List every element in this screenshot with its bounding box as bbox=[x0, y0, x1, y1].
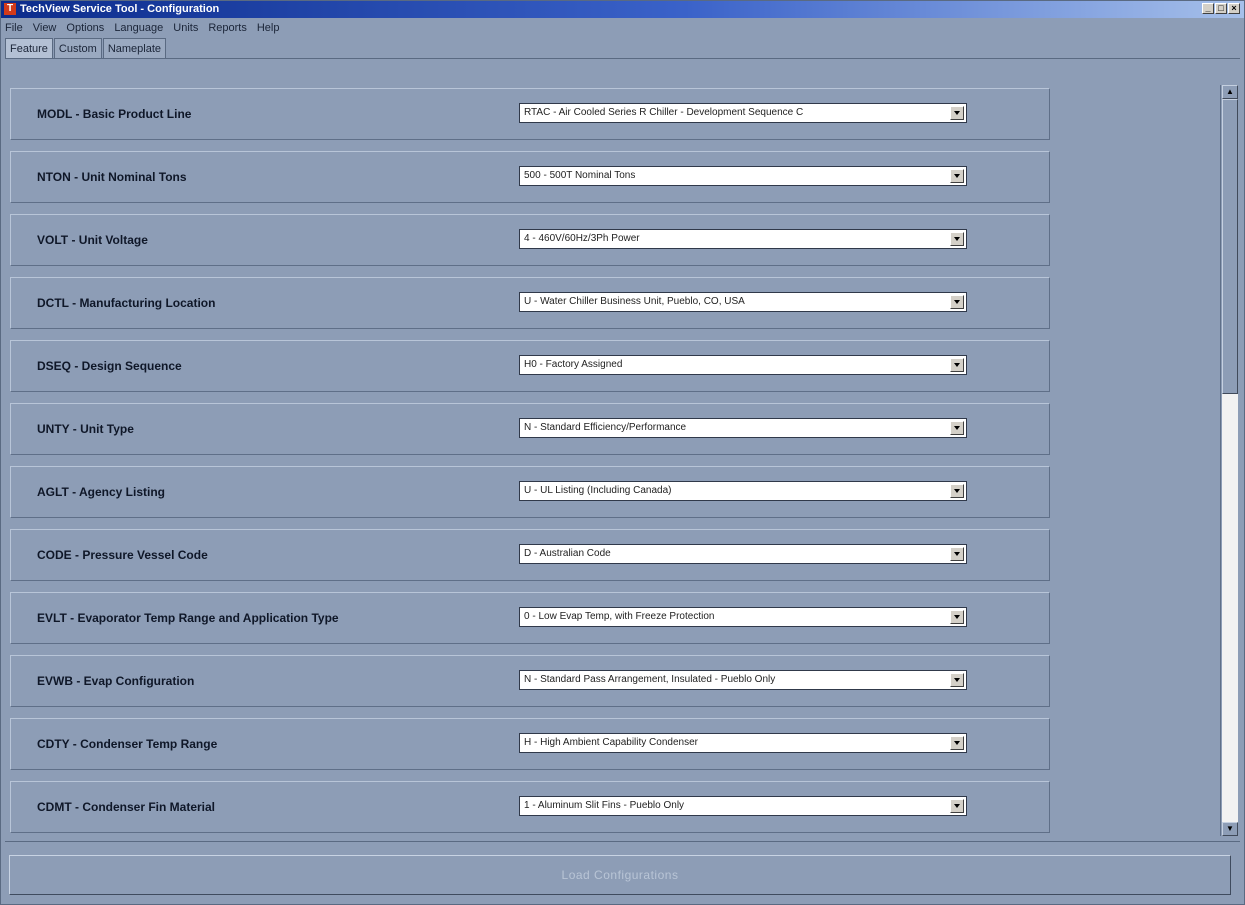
feature-row-nton: NTON - Unit Nominal Tons 500 - 500T Nomi… bbox=[10, 151, 1050, 203]
dropdown-value: 1 - Aluminum Slit Fins - Pueblo Only bbox=[524, 800, 685, 811]
menu-help[interactable]: Help bbox=[257, 22, 280, 34]
maximize-button[interactable]: □ bbox=[1215, 3, 1227, 14]
feature-dropdown[interactable]: 1 - Aluminum Slit Fins - Pueblo Only bbox=[519, 796, 967, 816]
footer-bar: Load Configurations bbox=[5, 841, 1240, 902]
dropdown-value: U - UL Listing (Including Canada) bbox=[524, 485, 672, 496]
feature-dropdown[interactable]: U - Water Chiller Business Unit, Pueblo,… bbox=[519, 292, 967, 312]
feature-dropdown[interactable]: H0 - Factory Assigned bbox=[519, 355, 967, 375]
dropdown-arrow-icon[interactable] bbox=[950, 232, 964, 246]
scroll-up-icon[interactable]: ▲ bbox=[1222, 85, 1238, 99]
feature-row-code: CODE - Pressure Vessel Code D - Australi… bbox=[10, 529, 1050, 581]
feature-dropdown[interactable]: U - UL Listing (Including Canada) bbox=[519, 481, 967, 501]
feature-dropdown[interactable]: N - Standard Efficiency/Performance bbox=[519, 418, 967, 438]
menu-reports[interactable]: Reports bbox=[208, 22, 247, 34]
dropdown-value: D - Australian Code bbox=[524, 548, 611, 559]
app-logo-icon: T bbox=[4, 3, 16, 15]
title-bar: T TechView Service Tool - Configuration … bbox=[1, 1, 1244, 18]
app-window: T TechView Service Tool - Configuration … bbox=[0, 0, 1245, 905]
feature-row-cdmt: CDMT - Condenser Fin Material 1 - Alumin… bbox=[10, 781, 1050, 833]
feature-row-cdty: CDTY - Condenser Temp Range H - High Amb… bbox=[10, 718, 1050, 770]
tab-nameplate[interactable]: Nameplate bbox=[102, 38, 167, 59]
feature-row-evlt: EVLT - Evaporator Temp Range and Applica… bbox=[10, 592, 1050, 644]
feature-dropdown[interactable]: 500 - 500T Nominal Tons bbox=[519, 166, 967, 186]
feature-row-dseq: DSEQ - Design Sequence H0 - Factory Assi… bbox=[10, 340, 1050, 392]
dropdown-value: 500 - 500T Nominal Tons bbox=[524, 170, 636, 181]
feature-label: CODE - Pressure Vessel Code bbox=[37, 548, 208, 562]
feature-dropdown[interactable]: 0 - Low Evap Temp, with Freeze Protectio… bbox=[519, 607, 967, 627]
dropdown-arrow-icon[interactable] bbox=[950, 547, 964, 561]
tab-strip: Feature Custom Nameplate bbox=[5, 38, 167, 59]
feature-row-aglt: AGLT - Agency Listing U - UL Listing (In… bbox=[10, 466, 1050, 518]
dropdown-arrow-icon[interactable] bbox=[950, 295, 964, 309]
feature-label: CDTY - Condenser Temp Range bbox=[37, 737, 218, 751]
feature-label: EVWB - Evap Configuration bbox=[37, 674, 195, 688]
feature-label: UNTY - Unit Type bbox=[37, 422, 134, 436]
feature-row-evwb: EVWB - Evap Configuration N - Standard P… bbox=[10, 655, 1050, 707]
feature-row-modl: MODL - Basic Product Line RTAC - Air Coo… bbox=[10, 88, 1050, 140]
feature-label: VOLT - Unit Voltage bbox=[37, 233, 148, 247]
dropdown-value: RTAC - Air Cooled Series R Chiller - Dev… bbox=[524, 107, 804, 118]
dropdown-value: U - Water Chiller Business Unit, Pueblo,… bbox=[524, 296, 745, 307]
scroll-track[interactable] bbox=[1222, 394, 1238, 822]
dropdown-arrow-icon[interactable] bbox=[950, 484, 964, 498]
load-configurations-button[interactable]: Load Configurations bbox=[9, 855, 1231, 895]
feature-label: MODL - Basic Product Line bbox=[37, 107, 192, 121]
menu-file[interactable]: File bbox=[5, 22, 23, 34]
dropdown-arrow-icon[interactable] bbox=[950, 799, 964, 813]
window-controls: _ □ × bbox=[1202, 3, 1240, 14]
feature-label: DCTL - Manufacturing Location bbox=[37, 296, 216, 310]
dropdown-arrow-icon[interactable] bbox=[950, 358, 964, 372]
feature-dropdown[interactable]: N - Standard Pass Arrangement, Insulated… bbox=[519, 670, 967, 690]
feature-label: CDMT - Condenser Fin Material bbox=[37, 800, 216, 814]
feature-dropdown[interactable]: RTAC - Air Cooled Series R Chiller - Dev… bbox=[519, 103, 967, 123]
feature-row-unty: UNTY - Unit Type N - Standard Efficiency… bbox=[10, 403, 1050, 455]
feature-label: DSEQ - Design Sequence bbox=[37, 359, 182, 373]
minimize-button[interactable]: _ bbox=[1202, 3, 1214, 14]
tab-custom[interactable]: Custom bbox=[53, 38, 102, 59]
dropdown-value: 4 - 460V/60Hz/3Ph Power bbox=[524, 233, 640, 244]
feature-dropdown[interactable]: 4 - 460V/60Hz/3Ph Power bbox=[519, 229, 967, 249]
scroll-down-icon[interactable]: ▼ bbox=[1222, 822, 1238, 836]
dropdown-value: 0 - Low Evap Temp, with Freeze Protectio… bbox=[524, 611, 715, 622]
menu-language[interactable]: Language bbox=[114, 22, 163, 34]
dropdown-value: H0 - Factory Assigned bbox=[524, 359, 623, 370]
dropdown-arrow-icon[interactable] bbox=[950, 421, 964, 435]
dropdown-value: H - High Ambient Capability Condenser bbox=[524, 737, 698, 748]
dropdown-arrow-icon[interactable] bbox=[950, 736, 964, 750]
feature-dropdown[interactable]: H - High Ambient Capability Condenser bbox=[519, 733, 967, 753]
feature-dropdown[interactable]: D - Australian Code bbox=[519, 544, 967, 564]
dropdown-arrow-icon[interactable] bbox=[950, 673, 964, 687]
scroll-thumb[interactable] bbox=[1222, 99, 1238, 394]
dropdown-arrow-icon[interactable] bbox=[950, 169, 964, 183]
menu-view[interactable]: View bbox=[33, 22, 57, 34]
feature-label: EVLT - Evaporator Temp Range and Applica… bbox=[37, 611, 339, 625]
feature-label: AGLT - Agency Listing bbox=[37, 485, 165, 499]
menu-bar: File View Options Language Units Reports… bbox=[1, 18, 1244, 38]
tab-feature[interactable]: Feature bbox=[5, 38, 53, 59]
dropdown-arrow-icon[interactable] bbox=[950, 106, 964, 120]
dropdown-value: N - Standard Efficiency/Performance bbox=[524, 422, 687, 433]
dropdown-value: N - Standard Pass Arrangement, Insulated… bbox=[524, 674, 776, 685]
feature-list: MODL - Basic Product Line RTAC - Air Coo… bbox=[5, 88, 1055, 836]
feature-row-volt: VOLT - Unit Voltage 4 - 460V/60Hz/3Ph Po… bbox=[10, 214, 1050, 266]
menu-options[interactable]: Options bbox=[66, 22, 104, 34]
close-button[interactable]: × bbox=[1228, 3, 1240, 14]
menu-units[interactable]: Units bbox=[173, 22, 198, 34]
dropdown-arrow-icon[interactable] bbox=[950, 610, 964, 624]
feature-label: NTON - Unit Nominal Tons bbox=[37, 170, 187, 184]
window-title: TechView Service Tool - Configuration bbox=[20, 3, 220, 15]
feature-row-dctl: DCTL - Manufacturing Location U - Water … bbox=[10, 277, 1050, 329]
vertical-scrollbar[interactable]: ▲ ▼ bbox=[1220, 85, 1239, 836]
